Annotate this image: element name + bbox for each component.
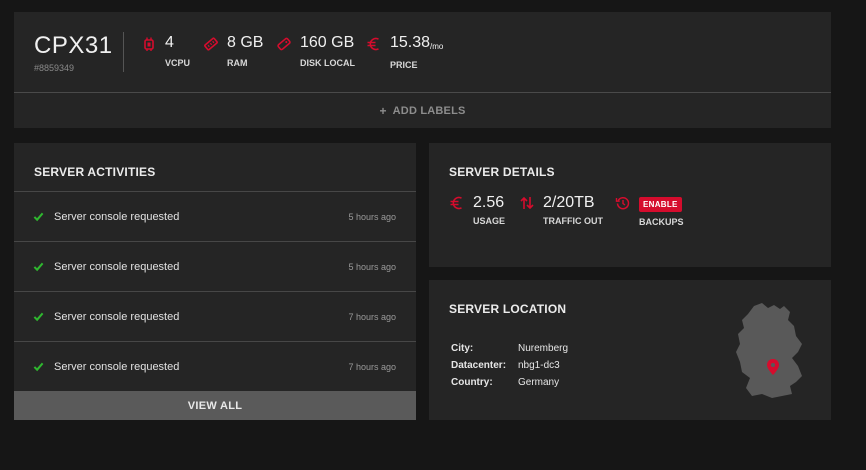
location-row-city: City: Nuremberg — [451, 340, 568, 357]
backups-label: BACKUPS — [639, 217, 684, 227]
activity-time: 5 hours ago — [348, 261, 396, 272]
activity-text: Server console requested — [54, 210, 180, 223]
location-row-datacenter: Datacenter: nbg1-dc3 — [451, 357, 568, 374]
plus-icon: + — [379, 103, 387, 118]
activity-time: 7 hours ago — [348, 361, 396, 372]
check-icon — [33, 361, 47, 372]
activity-row[interactable]: Server console requested 7 hours ago — [14, 291, 416, 341]
backup-history-icon — [615, 195, 633, 211]
add-labels-button[interactable]: + ADD LABELS — [14, 93, 831, 128]
spec-ram: 8 GB RAM — [203, 34, 263, 68]
check-icon — [33, 311, 47, 322]
enable-backups-button[interactable]: ENABLE — [639, 197, 682, 212]
activity-text: Server console requested — [54, 310, 180, 323]
disk-icon — [276, 36, 294, 54]
disk-label: DISK LOCAL — [300, 58, 355, 68]
detail-backups: ENABLE BACKUPS — [615, 194, 684, 227]
usage-value: 2.56 — [473, 194, 505, 211]
ram-icon — [203, 36, 221, 54]
euro-icon — [366, 36, 384, 54]
datacenter-label: Datacenter: — [451, 360, 507, 371]
server-id: #8859349 — [34, 63, 75, 73]
server-details-panel: SERVER DETAILS 2.56 USAGE 2/20TB TRAFFIC… — [429, 143, 831, 267]
price-amount: 15.38 — [390, 34, 431, 51]
spec-disk: 160 GB DISK LOCAL — [276, 34, 355, 68]
cpu-icon — [141, 36, 159, 54]
usage-label: USAGE — [473, 216, 506, 226]
check-icon — [33, 211, 47, 222]
location-table: City: Nuremberg Datacenter: nbg1-dc3 Cou… — [451, 340, 568, 391]
location-title: SERVER LOCATION — [449, 302, 567, 316]
city-value: Nuremberg — [518, 343, 569, 354]
server-location-panel: SERVER LOCATION City: Nuremberg Datacent… — [429, 280, 831, 420]
activity-row[interactable]: Server console requested 7 hours ago — [14, 341, 416, 391]
server-activities-panel: SERVER ACTIVITIES Server console request… — [14, 143, 416, 420]
country-label: Country: — [451, 377, 493, 388]
header-divider — [123, 32, 124, 72]
activity-text: Server console requested — [54, 360, 180, 373]
city-label: City: — [451, 343, 474, 354]
activity-row[interactable]: Server console requested 5 hours ago — [14, 241, 416, 291]
traffic-arrows-icon — [519, 195, 537, 211]
detail-usage: 2.56 USAGE — [449, 194, 505, 226]
datacenter-value: nbg1-dc3 — [518, 360, 560, 371]
disk-value: 160 GB — [300, 34, 355, 51]
vcpu-value: 4 — [165, 34, 174, 51]
server-name-block: CPX31 #8859349 — [34, 32, 113, 73]
price-value: 15.38/mo — [390, 34, 443, 54]
ram-label: RAM — [227, 58, 248, 68]
details-title: SERVER DETAILS — [449, 165, 555, 179]
activity-time: 7 hours ago — [348, 311, 396, 322]
activities-title: SERVER ACTIVITIES — [34, 165, 156, 179]
euro-icon — [449, 195, 467, 211]
ram-value: 8 GB — [227, 34, 264, 51]
traffic-label: TRAFFIC OUT — [543, 216, 603, 226]
activity-time: 5 hours ago — [348, 211, 396, 222]
traffic-value: 2/20TB — [543, 194, 595, 211]
view-all-button[interactable]: VIEW ALL — [14, 391, 416, 420]
server-header-panel: CPX31 #8859349 4 VCPU 8 GB RAM 160 GB DI… — [14, 12, 831, 128]
vcpu-label: VCPU — [165, 58, 191, 68]
check-icon — [33, 261, 47, 272]
spec-price: 15.38/mo PRICE — [366, 34, 443, 70]
price-label: PRICE — [390, 60, 418, 70]
activity-text: Server console requested — [54, 260, 180, 273]
germany-map-icon — [736, 303, 802, 398]
activity-row[interactable]: Server console requested 5 hours ago — [14, 191, 416, 241]
add-labels-text: ADD LABELS — [392, 104, 466, 117]
country-value: Germany — [518, 377, 560, 388]
price-unit: /mo — [430, 42, 444, 51]
location-row-country: Country: Germany — [451, 374, 568, 391]
spec-vcpu: 4 VCPU — [141, 34, 190, 68]
server-name: CPX31 — [34, 32, 113, 59]
detail-traffic: 2/20TB TRAFFIC OUT — [519, 194, 603, 226]
